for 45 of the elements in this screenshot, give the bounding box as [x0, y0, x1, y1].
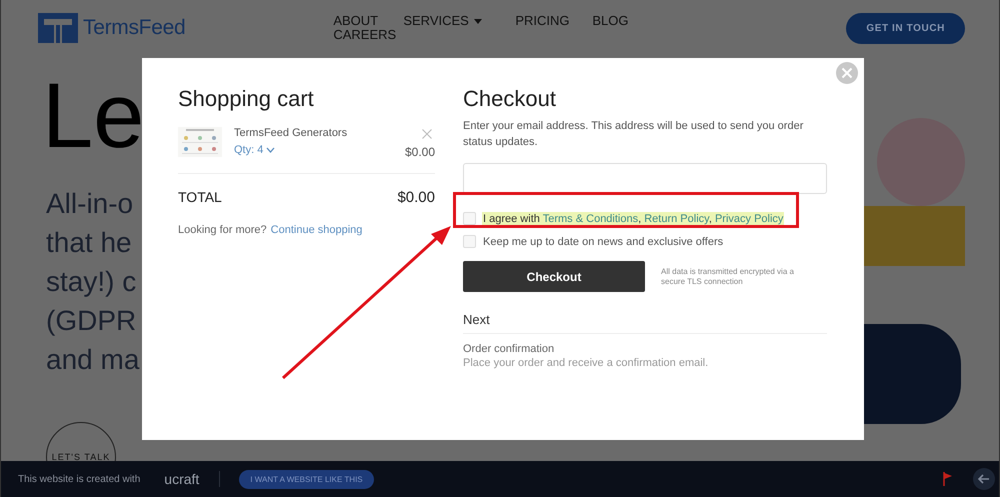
brand-logo: ucraft	[164, 471, 220, 487]
checkbox[interactable]	[463, 235, 476, 248]
total-label: TOTAL	[178, 189, 222, 206]
caret-icon	[474, 18, 482, 24]
checkout-title: Checkout	[463, 86, 557, 112]
security-note: All data is transmitted encrypted via a secure TLS connection	[661, 266, 795, 286]
nav-link[interactable]: PRICING	[515, 14, 570, 28]
item-price: $0.00	[404, 145, 435, 159]
step-title: Order confirmation	[463, 343, 556, 355]
email-field[interactable]	[463, 163, 827, 194]
created-with-text: This website is created with	[18, 474, 140, 484]
hero-text-line: that he	[46, 226, 132, 260]
policy-link[interactable]: Return Policy	[644, 212, 709, 224]
next-heading: Next	[463, 312, 827, 334]
chevron-down-icon	[266, 147, 276, 153]
nav-link[interactable]: CAREERS	[333, 28, 396, 42]
logo-icon	[38, 13, 78, 43]
checkout-button[interactable]: Checkout	[463, 261, 645, 292]
option-label: I agree with Terms & Conditions, Return Policy, Privacy Policy	[482, 212, 784, 226]
looking-for-more-text: Looking for more?	[178, 224, 267, 236]
nav-link[interactable]: BLOG	[592, 14, 628, 28]
logo-text[interactable]: TermsFeed	[83, 16, 186, 40]
nav-link[interactable]: SERVICES	[403, 14, 482, 28]
nav-link[interactable]: ABOUT	[333, 14, 378, 28]
step-description: Place your order and receive a confirmation email.	[463, 357, 710, 369]
continue-shopping-link[interactable]: Continue shopping	[270, 224, 362, 236]
remove-icon[interactable]	[422, 129, 432, 139]
total-value: $0.00	[397, 189, 435, 206]
get-in-touch-button[interactable]: GET IN TOUCH	[846, 13, 965, 44]
hero-text-line: stay!) c	[46, 265, 136, 299]
product-name: TermsFeed Generators	[234, 126, 348, 140]
flag-icon[interactable]	[943, 472, 953, 486]
policy-link[interactable]: Terms & Conditions	[542, 212, 638, 224]
hero-heading: Le	[42, 66, 144, 166]
close-icon[interactable]	[836, 62, 858, 84]
website-like-this-button[interactable]: I WANT A WEBSITE LIKE THIS	[239, 470, 374, 488]
policy-link[interactable]: Privacy Policy	[714, 212, 784, 224]
checkbox[interactable]	[463, 212, 476, 225]
quantity-dropdown[interactable]: Qty: 4	[234, 144, 276, 156]
hero-text-line: All-in-o	[46, 187, 134, 221]
hero-text-line: (GDPR	[46, 304, 136, 338]
option-label: Keep me up to date on news and exclusive offers	[482, 234, 724, 248]
hero-text-line: and ma	[46, 343, 140, 377]
instruction-text: Enter your email address. This address will be used to send you order status updates.	[463, 119, 804, 150]
cart-title: Shopping cart	[178, 86, 315, 112]
